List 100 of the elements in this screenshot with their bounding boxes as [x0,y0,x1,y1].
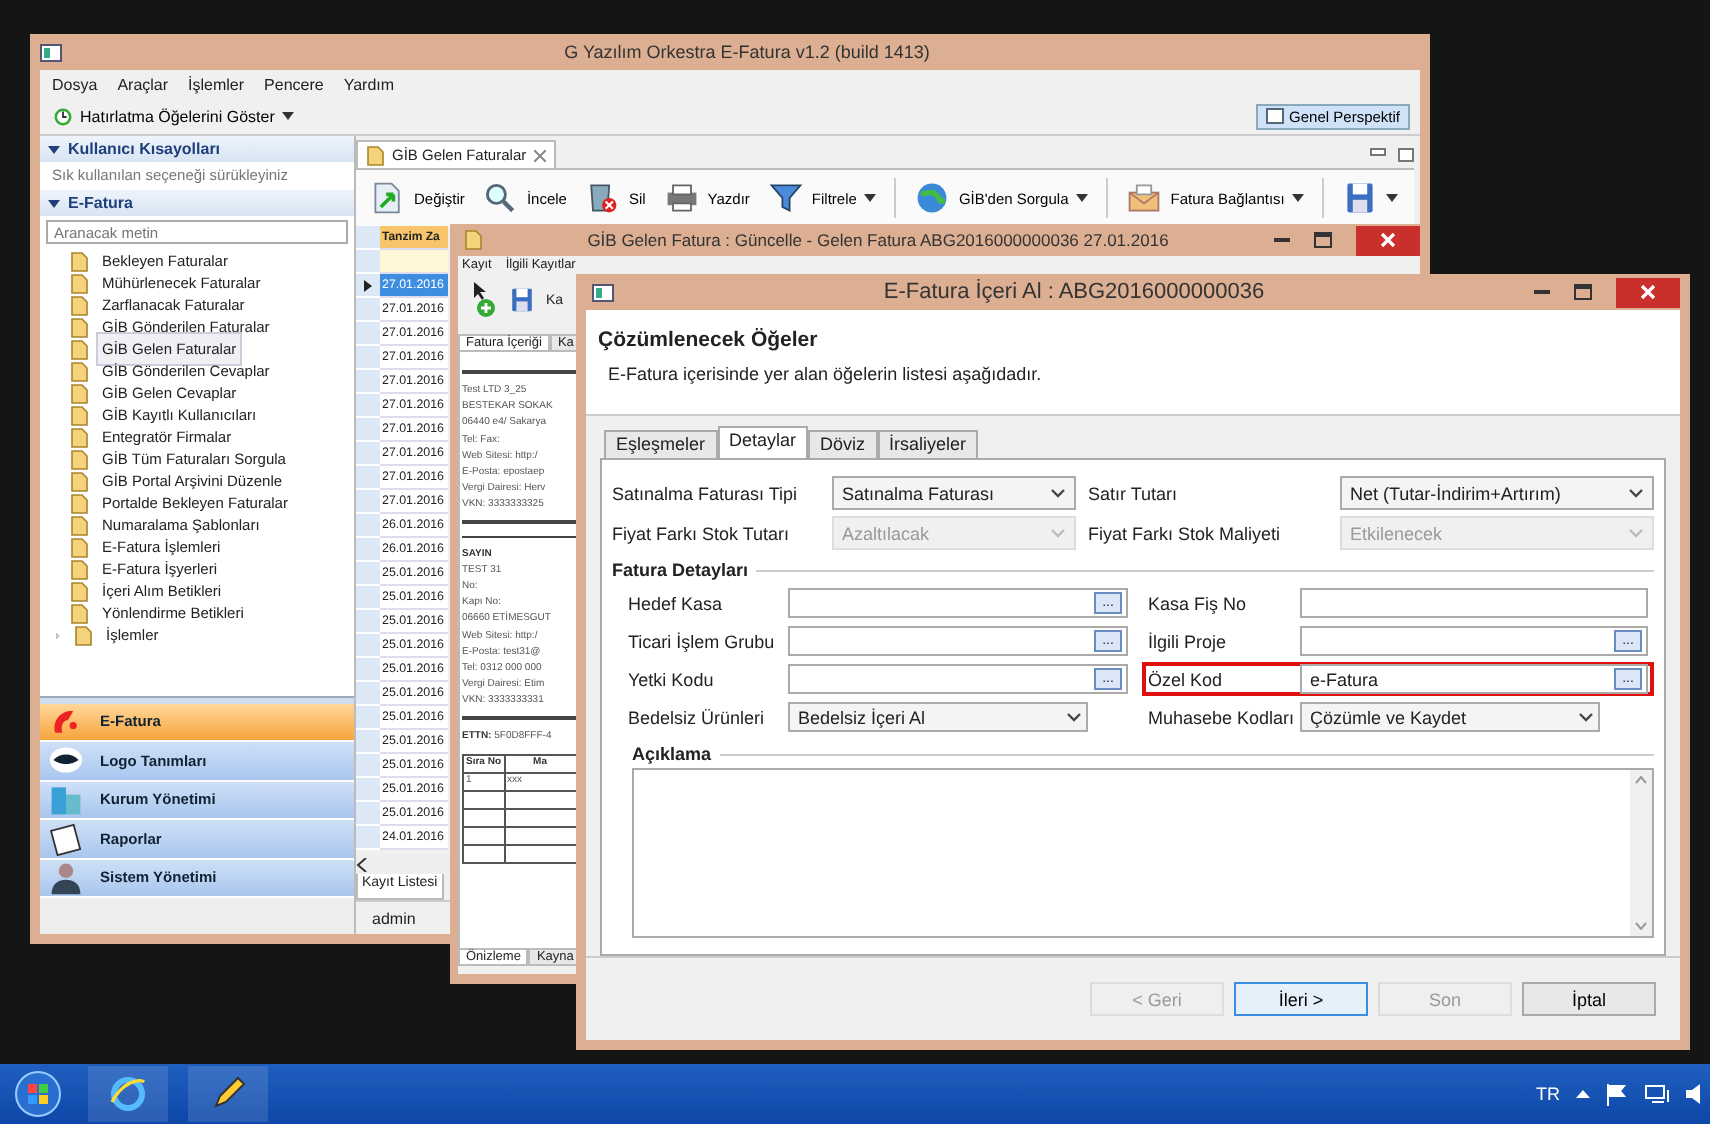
page-arrow-icon [370,180,406,216]
close-icon [1380,232,1396,248]
browser-icon [108,1074,148,1114]
filter-cell[interactable] [380,250,448,274]
group-title: Açıklama [632,744,712,764]
collapse-icon [48,199,60,207]
field-label: Fiyat Farkı Stok Tutarı [612,523,792,543]
network-icon[interactable] [1644,1083,1670,1105]
field-label: Ticari İşlem Grubu [628,631,777,651]
section-header[interactable]: E-Fatura [40,190,354,216]
input-field[interactable] [1300,588,1648,618]
field-label: Satır Tutarı [1088,483,1180,503]
caret-icon [282,112,295,120]
row-header[interactable] [356,274,380,298]
scroll-up-icon[interactable] [1634,776,1648,784]
dropdown[interactable]: Çözümle ve Kaydet [1300,702,1600,732]
window-icon [592,283,614,301]
page-icon [464,230,482,250]
speaker-icon[interactable] [1686,1084,1702,1104]
scroll-left-icon[interactable] [356,857,368,871]
taskbar-app[interactable] [188,1066,268,1122]
flag-icon[interactable] [1606,1083,1628,1105]
field-label: Satınalma Faturası Tipi [612,483,800,503]
group-title: Fatura Detayları [612,560,749,580]
tab[interactable]: Döviz [808,430,878,458]
field-label: Yetki Kodu [628,669,716,689]
window-title: G Yazılım Orkestra E-Fatura v1.2 (build 1413) [562,42,932,62]
menu-item[interactable]: Araçlar [117,75,169,93]
row-pointer-icon [364,279,372,291]
dropdown[interactable]: Bedelsiz İçeri Al [788,702,1088,732]
reminder-button[interactable]: Hatırlatma Öğelerini Göster [50,105,299,127]
maximize-icon[interactable] [1314,232,1332,248]
dropdown[interactable]: Satınalma Faturası [832,476,1076,510]
tab[interactable]: Detaylar [717,426,809,458]
save-icon [1342,180,1379,216]
window-icon [40,43,62,61]
dialog-description: E-Fatura içerisinde yer alan öğelerin listesi aşağıdadır. [606,364,1044,384]
tab[interactable]: Eşleşmeler [604,430,718,458]
table-cell [463,826,505,845]
clock-icon [54,107,72,125]
caret-icon [864,194,877,202]
chevron-down-icon [1050,528,1066,538]
caret-icon [1076,194,1089,202]
scroll-down-icon[interactable] [1634,922,1648,930]
field-label: Fiyat Farkı Stok Maliyeti [1088,523,1283,543]
envelope-icon [1126,180,1163,216]
trash-icon [584,180,621,216]
menu-item[interactable]: Dosya [52,75,98,93]
taskbar-app[interactable] [88,1066,168,1122]
printer-icon [663,180,700,216]
pencil-icon [208,1074,248,1114]
building-icon [48,781,84,818]
maximize-icon[interactable] [1574,284,1592,300]
page-icon [366,145,384,165]
wizard-button[interactable]: İptal [1522,982,1656,1016]
menu-item[interactable]: İşlemler [188,75,245,93]
maximize-icon[interactable] [1398,148,1414,162]
chevron-down-icon [1628,528,1644,538]
language-indicator[interactable]: TR [1536,1084,1560,1104]
cursor-plus-icon[interactable] [470,282,498,318]
chevron-up-icon[interactable] [1576,1090,1590,1098]
caret-icon [1292,194,1305,202]
save-icon[interactable] [508,286,536,314]
window-title: GİB Gelen Fatura : Güncelle - Gelen Fatura ABG2016000000036 27.01.2016 [585,230,1171,250]
field-label: Bedelsiz Ürünleri [628,707,767,727]
field-label: Muhasebe Kodları [1148,707,1297,727]
person-icon [48,859,84,896]
caret-icon [1386,194,1399,202]
window-title: E-Fatura İçeri Al : ABG2016000000036 [881,280,1267,304]
collapse-icon [48,145,60,153]
chevron-down-icon [1050,488,1066,498]
close-icon [1640,284,1656,300]
menu-item[interactable]: Yardım [343,75,395,93]
tab[interactable]: İrsaliyeler [877,430,979,458]
close-button[interactable] [1616,277,1680,307]
funnel-icon [767,180,804,216]
window-icon [1265,108,1284,124]
section-header[interactable]: Kullanıcı Kısayolları [40,136,354,162]
close-button[interactable] [1356,225,1420,255]
close-icon[interactable] [534,149,547,161]
notepad-icon [48,820,84,857]
field-label: Hedef Kasa [628,593,725,613]
table-cell [463,844,505,863]
dialog-heading: Çözümlenecek Öğeler [598,328,820,352]
chevron-down-icon [1066,712,1082,722]
dropdown[interactable]: Net (Tutar-İndirim+Artırım) [1340,476,1654,510]
chevron-down-icon [1628,488,1644,498]
field-label: Özel Kod [1148,669,1225,689]
notes-field[interactable] [632,768,1654,938]
start-orb-icon [14,1070,62,1118]
table-cell [463,808,505,827]
globe-icon [914,180,951,216]
menu-item[interactable]: Pencere [264,75,324,93]
eye-icon [48,742,84,779]
field-label: İlgili Proje [1148,631,1229,651]
wizard-button[interactable]: İleri > [1234,982,1368,1016]
splitter[interactable] [40,695,354,703]
scrollbar[interactable] [1630,770,1652,936]
chevron-down-icon [1578,712,1594,722]
minimize-icon[interactable] [1370,148,1386,156]
